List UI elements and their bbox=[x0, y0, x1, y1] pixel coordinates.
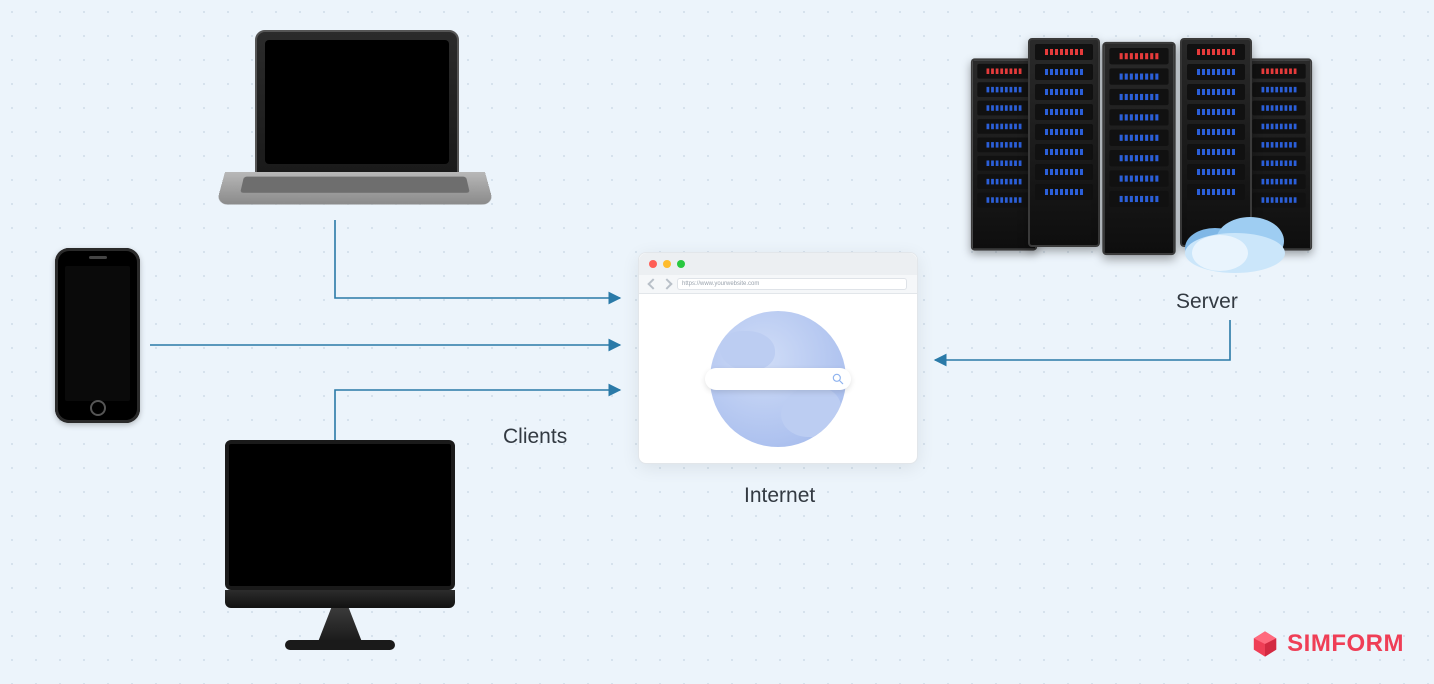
simform-logo: SIMFORM bbox=[1251, 630, 1404, 658]
server-rack-icon bbox=[1028, 38, 1100, 247]
arrow-laptop-to-internet bbox=[335, 220, 620, 298]
arrow-monitor-to-internet bbox=[335, 390, 620, 440]
simform-logo-mark bbox=[1251, 630, 1279, 658]
cloud-icon bbox=[1165, 193, 1305, 273]
simform-wordmark: SIMFORM bbox=[1287, 630, 1404, 658]
arrow-server-to-internet bbox=[935, 320, 1230, 360]
